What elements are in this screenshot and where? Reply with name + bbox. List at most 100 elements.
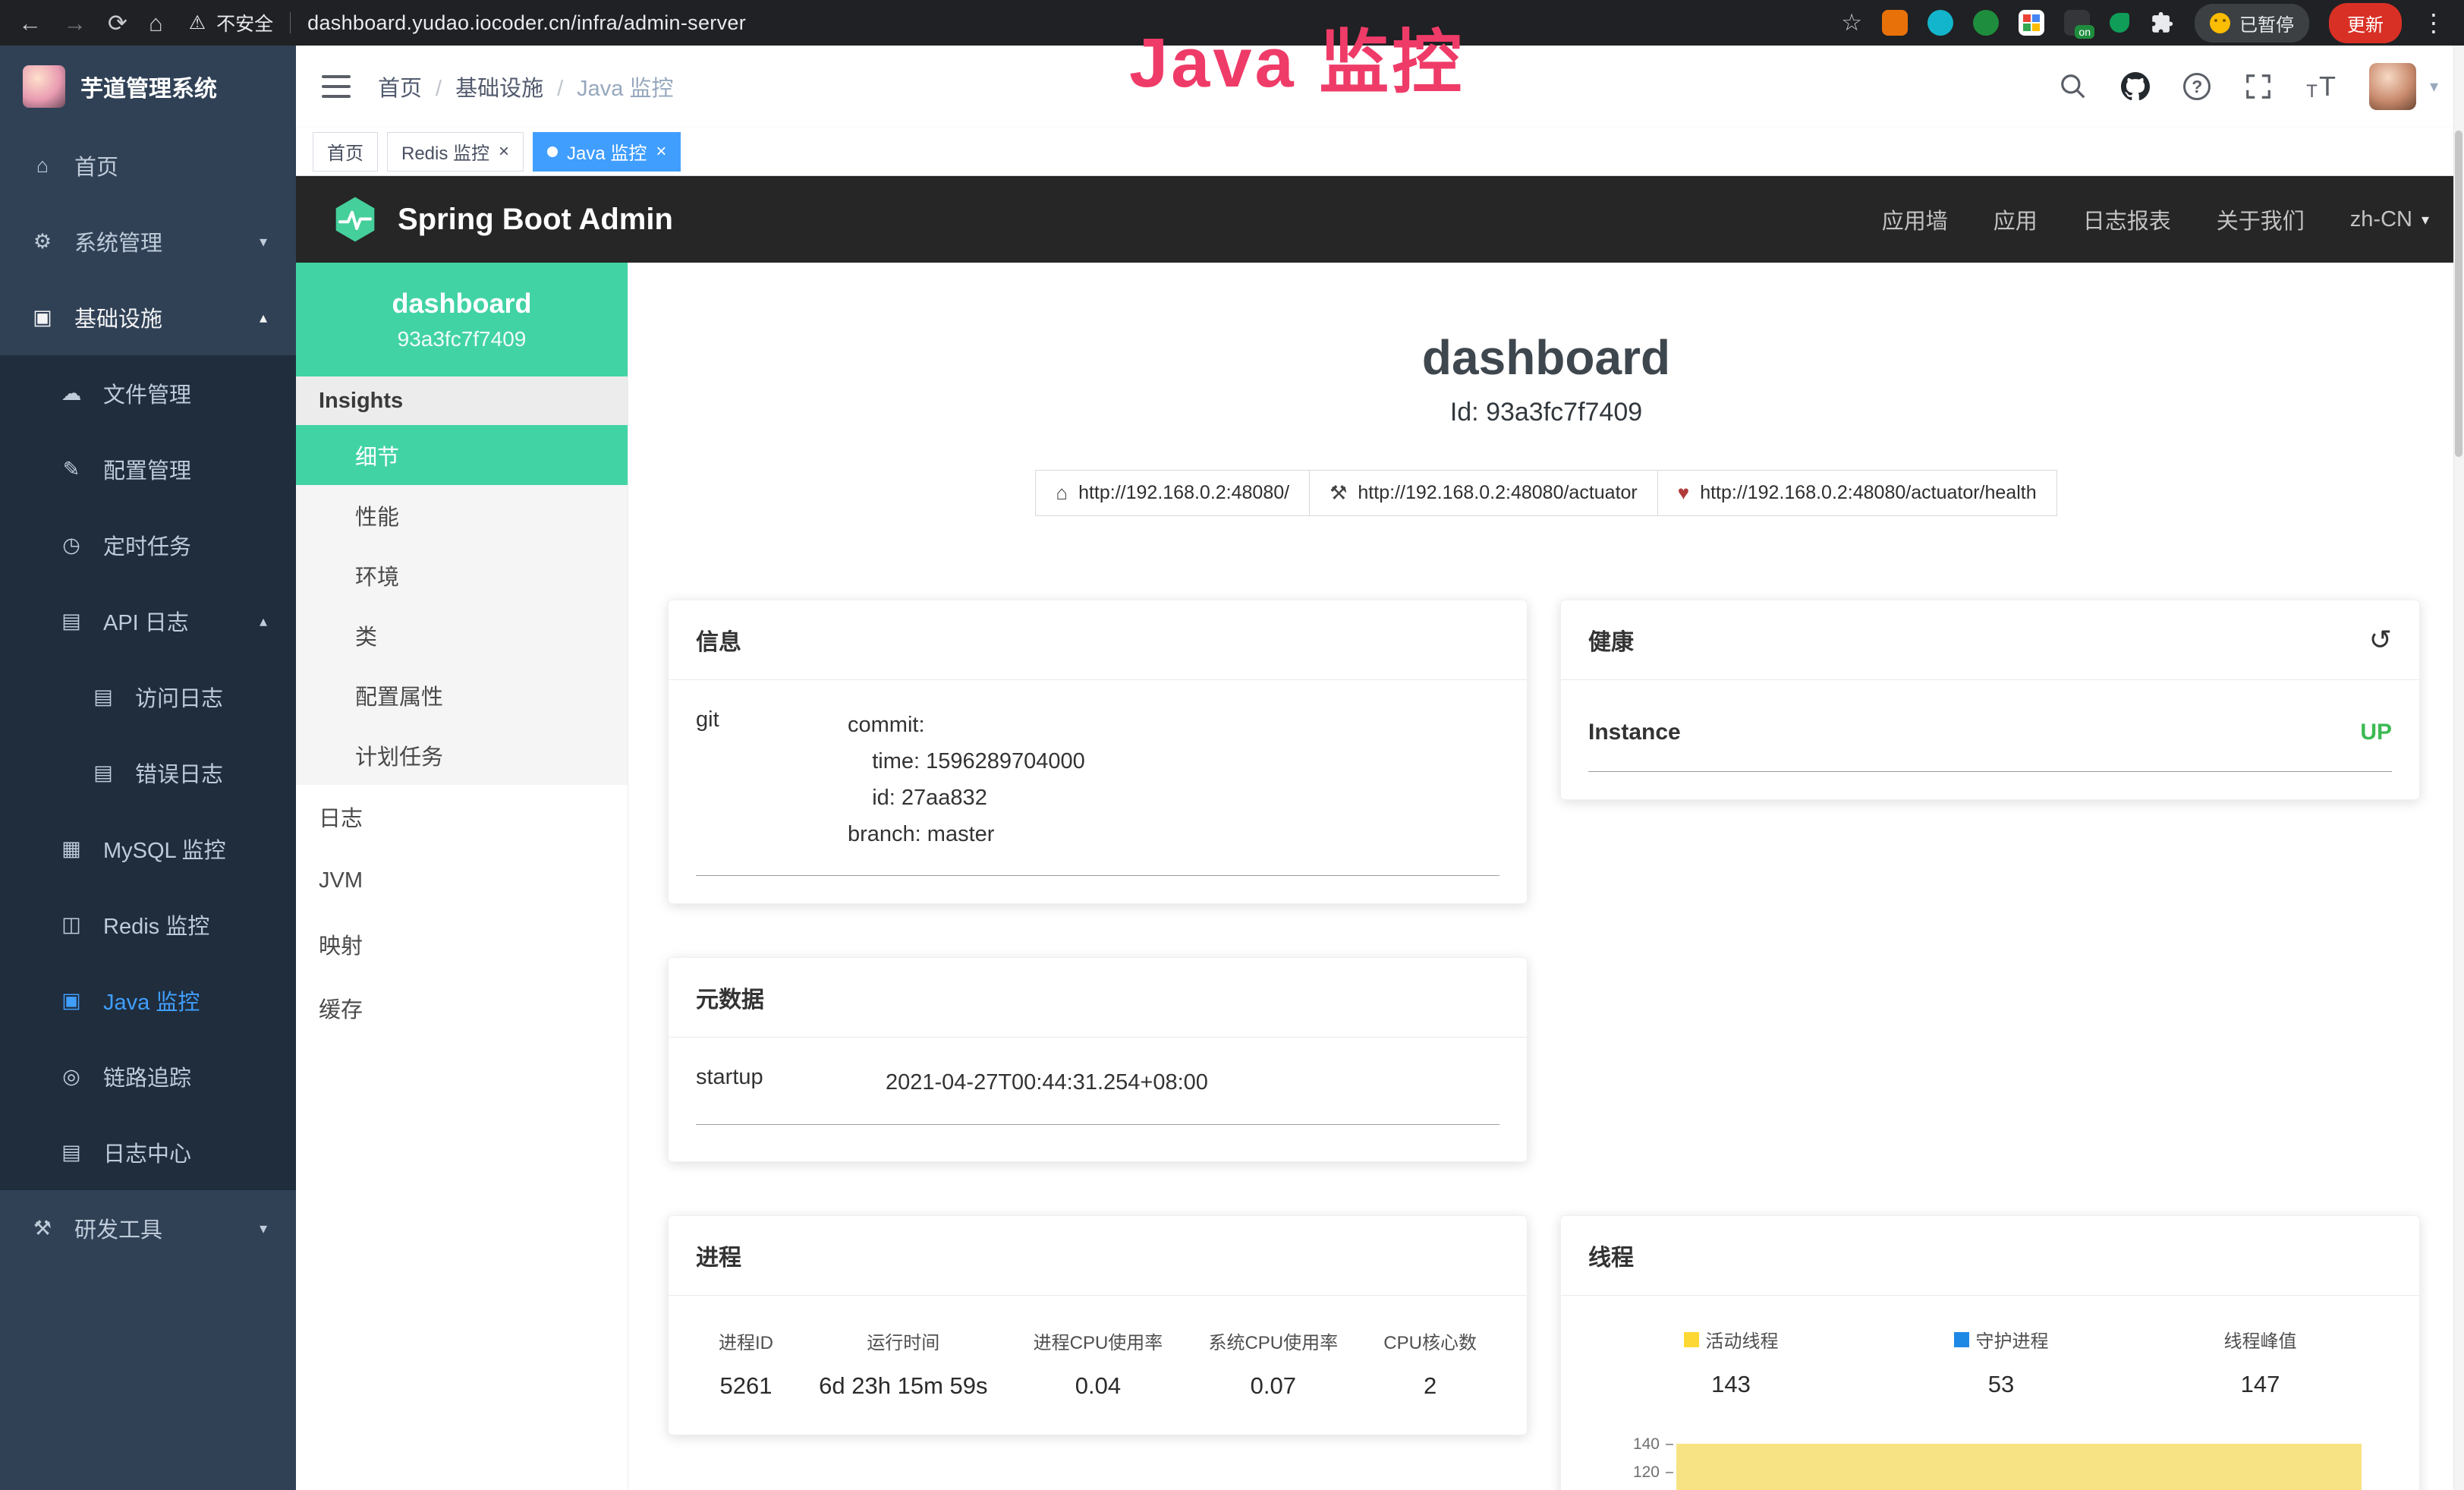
- history-icon[interactable]: ↺: [2369, 624, 2392, 656]
- extension-icon-orange[interactable]: [1882, 10, 1908, 36]
- git-value: commit: time: 1596289704000 id: 27aa832 …: [848, 707, 1085, 852]
- sidebar-item-file-management[interactable]: ☁ 文件管理: [0, 355, 296, 431]
- instance-id: 93a3fc7f7409: [398, 327, 527, 351]
- edit-icon: ✎: [58, 458, 85, 481]
- sba-nav-about[interactable]: 关于我们: [2217, 203, 2305, 235]
- dashboard-icon: ⌂: [29, 154, 56, 178]
- sidebar-item-home[interactable]: ⌂ 首页: [0, 128, 296, 203]
- extensions-puzzle-icon[interactable]: [2149, 10, 2175, 36]
- sba-menu-performance[interactable]: 性能: [296, 485, 628, 545]
- instance-header[interactable]: dashboard 93a3fc7f7409: [296, 263, 628, 376]
- sba-menu-environment[interactable]: 环境: [296, 545, 628, 605]
- sidebar-item-mysql-monitor[interactable]: ▦ MySQL 监控: [0, 811, 296, 887]
- sidebar-item-java-monitor[interactable]: ▣ Java 监控: [0, 962, 296, 1038]
- tab-redis-monitor[interactable]: Redis 监控 ×: [387, 132, 524, 172]
- sidebar-item-error-logs[interactable]: ▤ 错误日志: [0, 735, 296, 811]
- sba-menu-scheduled-tasks[interactable]: 计划任务: [296, 725, 628, 785]
- git-row: git commit: time: 1596289704000 id: 27aa…: [696, 707, 1499, 876]
- sidebar-item-scheduled-jobs[interactable]: ◷ 定时任务: [0, 507, 296, 583]
- extension-icon-grid[interactable]: [2019, 10, 2044, 36]
- update-button[interactable]: 更新: [2329, 3, 2402, 43]
- sba-section-insights: Insights: [296, 376, 628, 425]
- extension-icon-leaf[interactable]: [2110, 13, 2129, 33]
- breadcrumb-home[interactable]: 首页: [378, 71, 422, 102]
- page-scrollbar[interactable]: [2453, 46, 2464, 1490]
- address-bar[interactable]: ⚠ 不安全 dashboard.yudao.iocoder.cn/infra/a…: [189, 9, 746, 36]
- table-icon: ▦: [58, 837, 85, 861]
- sba-menu-details[interactable]: 细节: [296, 425, 628, 485]
- extension-icon-teal[interactable]: [1927, 10, 1953, 36]
- scrollbar-thumb[interactable]: [2455, 131, 2462, 457]
- hamburger-icon[interactable]: [322, 75, 351, 98]
- home-icon: ⌂: [1056, 481, 1068, 505]
- spring-boot-admin-logo: [331, 195, 379, 244]
- sidebar-item-label: 系统管理: [74, 225, 162, 257]
- sba-nav-wallboard[interactable]: 应用墙: [1882, 203, 1948, 235]
- sidebar-item-access-logs[interactable]: ▤ 访问日志: [0, 659, 296, 735]
- sba-menu-config-properties[interactable]: 配置属性: [296, 665, 628, 725]
- grid-glyph: [2023, 14, 2040, 31]
- sba-menu-caches[interactable]: 缓存: [296, 976, 628, 1040]
- smiley-icon: [2210, 13, 2230, 33]
- sidebar-item-system-management[interactable]: ⚙ 系统管理 ▾: [0, 203, 296, 279]
- user-caret-icon[interactable]: ▾: [2430, 77, 2438, 96]
- health-url-button[interactable]: ♥ http://192.168.0.2:48080/actuator/heal…: [1657, 470, 2057, 516]
- stat-pid: 进程ID 5261: [719, 1328, 773, 1400]
- breadcrumb-infrastructure[interactable]: 基础设施: [422, 71, 543, 102]
- sidebar-item-label: Java 监控: [103, 984, 200, 1016]
- sba-menu-mappings[interactable]: 映射: [296, 912, 628, 976]
- stat-cpu-cores: CPU核心数 2: [1383, 1328, 1477, 1400]
- user-avatar[interactable]: [2369, 63, 2416, 110]
- tab-home[interactable]: 首页: [313, 132, 378, 172]
- health-instance-row: Instance UP: [1588, 707, 2392, 772]
- sidebar-item-tracing[interactable]: ◎ 链路追踪: [0, 1038, 296, 1114]
- threads-card: 线程 活动线程 143 守护进程 53: [1560, 1215, 2420, 1490]
- browser-home-icon[interactable]: ⌂: [149, 11, 163, 35]
- bookmark-star-icon[interactable]: ☆: [1841, 9, 1862, 36]
- monitor-icon: ▣: [29, 306, 56, 329]
- paused-label: 已暂停: [2239, 10, 2294, 36]
- sidebar-item-label: 文件管理: [103, 377, 191, 409]
- extension-icon-switch[interactable]: on: [2064, 10, 2090, 36]
- infrastructure-submenu: ☁ 文件管理 ✎ 配置管理 ◷ 定时任务 ▤ API 日志 ▴ ▤: [0, 355, 296, 1190]
- sba-menu-logs[interactable]: 日志: [296, 785, 628, 849]
- sba-nav-applications[interactable]: 应用: [1994, 203, 2038, 235]
- reload-icon[interactable]: ⟳: [108, 11, 127, 35]
- sba-menu-classes[interactable]: 类: [296, 605, 628, 665]
- github-icon[interactable]: [2121, 72, 2150, 101]
- sba-locale-select[interactable]: zh-CN ▾: [2350, 207, 2429, 232]
- yellow-swatch: [1684, 1332, 1699, 1347]
- back-icon[interactable]: ←: [18, 11, 42, 35]
- sba-brand[interactable]: Spring Boot Admin: [398, 203, 673, 237]
- sidebar-item-config-management[interactable]: ✎ 配置管理: [0, 431, 296, 507]
- service-url-button[interactable]: ⌂ http://192.168.0.2:48080/: [1035, 470, 1310, 516]
- app-logo[interactable]: 芋道管理系统: [0, 46, 296, 128]
- actuator-url-button[interactable]: ⚒ http://192.168.0.2:48080/actuator: [1309, 470, 1658, 516]
- sidebar-item-dev-tools[interactable]: ⚒ 研发工具 ▾: [0, 1190, 296, 1266]
- fullscreen-icon[interactable]: [2244, 72, 2273, 101]
- extension-icon-green[interactable]: [1973, 10, 1999, 36]
- stat-uptime: 运行时间 6d 23h 15m 59s: [819, 1328, 987, 1400]
- forward-icon[interactable]: →: [63, 11, 87, 35]
- close-icon[interactable]: ×: [656, 141, 666, 162]
- sba-nav-journal[interactable]: 日志报表: [2083, 203, 2171, 235]
- security-label[interactable]: 不安全: [216, 9, 273, 36]
- close-icon[interactable]: ×: [499, 141, 509, 162]
- chevron-up-icon: ▴: [260, 612, 267, 631]
- tools-icon: ⚒: [29, 1217, 56, 1240]
- paused-badge[interactable]: 已暂停: [2195, 4, 2309, 43]
- sidebar-item-redis-monitor[interactable]: ◫ Redis 监控: [0, 887, 296, 962]
- url-text[interactable]: dashboard.yudao.iocoder.cn/infra/admin-s…: [307, 11, 746, 35]
- help-icon[interactable]: ?: [2183, 73, 2211, 100]
- browser-menu-icon[interactable]: ⋮: [2422, 8, 2446, 37]
- health-status-badge: UP: [2360, 720, 2392, 745]
- search-icon[interactable]: [2059, 72, 2088, 101]
- tab-java-monitor[interactable]: Java 监控 ×: [533, 132, 681, 172]
- sidebar-item-log-center[interactable]: ▤ 日志中心: [0, 1114, 296, 1190]
- sidebar-item-api-logs[interactable]: ▤ API 日志 ▴: [0, 583, 296, 659]
- sidebar-item-infrastructure[interactable]: ▣ 基础设施 ▴: [0, 279, 296, 355]
- sidebar-item-label: 访问日志: [135, 681, 223, 713]
- font-size-icon[interactable]: TT: [2306, 71, 2336, 102]
- sba-menu-jvm[interactable]: JVM: [296, 849, 628, 912]
- startup-key: startup: [696, 1065, 886, 1101]
